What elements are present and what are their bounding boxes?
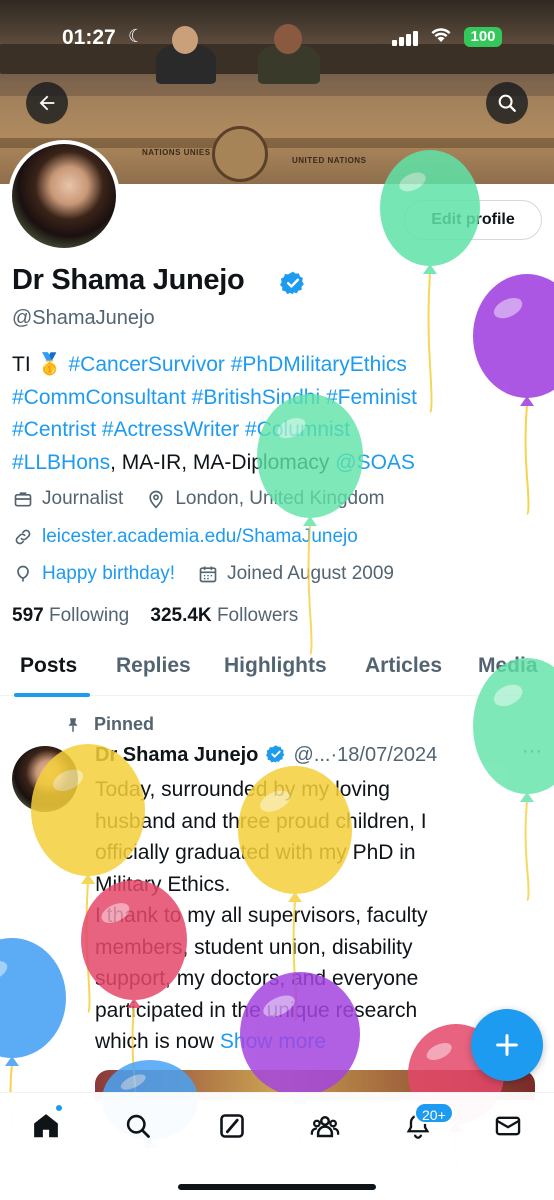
- post-text-line: husband and three proud children, I: [95, 809, 427, 833]
- active-tab-indicator: [14, 693, 90, 697]
- status-time: 01:27: [62, 26, 116, 49]
- post-text-line: which is now: [95, 1030, 220, 1053]
- pinned-label: Pinned: [94, 714, 155, 734]
- location-pin-icon: [145, 488, 167, 510]
- bio-text: TI 🥇: [12, 353, 69, 376]
- profile-category: Journalist: [42, 488, 124, 509]
- notifications-badge: 20+: [414, 1102, 454, 1124]
- calendar-icon: [197, 563, 219, 585]
- post-author-avatar[interactable]: [12, 746, 78, 812]
- post-text-line: Today, surrounded by my loving: [95, 778, 390, 801]
- post-text-line: participated in the unique research: [95, 998, 418, 1022]
- following-count: 597: [12, 605, 44, 626]
- cellular-signal-icon: [392, 30, 420, 46]
- search-icon: [126, 1114, 150, 1138]
- back-button[interactable]: [26, 82, 68, 124]
- wifi-icon: [430, 26, 452, 50]
- profile-meta-row-1: Journalist London, United Kingdom: [12, 488, 384, 510]
- profile-tabs: Posts Replies Highlights Articles Media: [0, 644, 554, 697]
- post-date: ·18/07/2024: [330, 744, 438, 766]
- profile-meta-row-3: Happy birthday! Joined August 2009: [12, 563, 394, 585]
- tab-media[interactable]: Media: [478, 654, 538, 678]
- nav-messages[interactable]: [491, 1109, 525, 1143]
- post-text-line: I thank to my all supervisors, faculty: [95, 904, 428, 927]
- profile-joined-date: Joined August 2009: [227, 563, 394, 584]
- followers-label: Followers: [216, 605, 299, 626]
- verified-badge-icon: [280, 271, 304, 295]
- profile-website-link[interactable]: leicester.academia.edu/ShamaJunejo: [42, 526, 358, 548]
- profile-bio: TI 🥇 #CancerSurvivor #PhDMilitaryEthics #…: [12, 349, 542, 479]
- profile-location: London, United Kingdom: [175, 488, 385, 509]
- search-icon: [498, 94, 516, 112]
- home-icon: [34, 1114, 58, 1138]
- post-text-line: Military Ethics.: [95, 872, 231, 896]
- following-label: Following: [48, 605, 130, 626]
- un-emblem: [212, 126, 268, 182]
- tab-articles[interactable]: Articles: [365, 654, 442, 678]
- nav-home[interactable]: [29, 1109, 63, 1143]
- home-indicator: [178, 1184, 376, 1190]
- post-text-line: members, student union, disability: [95, 935, 413, 959]
- nav-grok[interactable]: [215, 1109, 249, 1143]
- communities-icon: [310, 1116, 340, 1138]
- bio-hashtag-link[interactable]: #LLBHons: [12, 451, 110, 474]
- post-author-handle: @...: [293, 744, 331, 766]
- post-more-options-icon[interactable]: ···: [522, 740, 542, 763]
- plus-icon: [496, 1034, 518, 1056]
- pinned-indicator: Pinned: [64, 714, 154, 735]
- nav-search[interactable]: [121, 1109, 155, 1143]
- bio-hashtag-link[interactable]: #CancerSurvivor #PhDMilitaryEthics: [68, 353, 406, 376]
- tab-highlights[interactable]: Highlights: [224, 654, 327, 678]
- messages-icon: [495, 1116, 521, 1136]
- verified-badge-icon: [265, 745, 285, 763]
- followers-count: 325.4K: [150, 605, 212, 626]
- tab-replies[interactable]: Replies: [116, 654, 191, 678]
- profile-handle: @ShamaJunejo: [12, 307, 155, 329]
- bio-hashtag-link[interactable]: #Centrist #ActressWriter #Columnist: [12, 418, 350, 441]
- search-button[interactable]: [486, 82, 528, 124]
- moon-icon: ☾: [128, 26, 145, 46]
- bio-line: #CommConsultant #BritishSindhi #Feminist: [12, 382, 542, 415]
- profile-meta-row-2: leicester.academia.edu/ShamaJunejo: [12, 526, 358, 548]
- bio-hashtag-link[interactable]: #CommConsultant #BritishSindhi #Feminist: [12, 386, 417, 409]
- link-icon: [12, 526, 34, 548]
- briefcase-icon: [12, 488, 34, 510]
- post-author-name[interactable]: Dr Shama Junejo: [95, 744, 258, 766]
- balloon-icon: [12, 563, 34, 585]
- tab-posts[interactable]: Posts: [20, 654, 77, 678]
- show-more-link[interactable]: Show more: [220, 1030, 326, 1053]
- status-bar: 01:27 ☾ 100: [0, 0, 554, 76]
- followers-link[interactable]: 325.4K Followers: [150, 605, 298, 626]
- post-text-line: officially graduated with my PhD in: [95, 841, 416, 864]
- nav-communities[interactable]: [308, 1109, 342, 1143]
- compose-post-button[interactable]: [471, 1009, 543, 1081]
- arrow-left-icon: [39, 95, 55, 111]
- profile-display-name: Dr Shama Junejo: [12, 264, 245, 296]
- battery-indicator: 100: [464, 27, 502, 47]
- home-unread-dot: [55, 1104, 63, 1112]
- post-header: Dr Shama Junejo @...·18/07/2024: [95, 744, 437, 767]
- profile-avatar[interactable]: [8, 140, 120, 252]
- edit-profile-button[interactable]: Edit profile: [404, 200, 542, 240]
- follow-stats: 597 Following 325.4K Followers: [12, 605, 298, 627]
- post-text-line: support, my doctors, and everyone: [95, 967, 419, 990]
- bio-line: #Centrist #ActressWriter #Columnist: [12, 414, 542, 447]
- birthday-link[interactable]: Happy birthday!: [42, 563, 175, 585]
- bio-line: TI 🥇 #CancerSurvivor #PhDMilitaryEthics: [12, 349, 542, 382]
- bio-line: #LLBHons, MA-IR, MA-Diplomacy @SOAS: [12, 447, 542, 480]
- post-text[interactable]: Today, surrounded by my loving husband a…: [95, 774, 495, 1058]
- bio-hashtag-link[interactable]: @SOAS: [335, 451, 415, 474]
- following-link[interactable]: 597 Following: [12, 605, 129, 626]
- grok-icon: [220, 1114, 244, 1138]
- bio-text: , MA-IR, MA-Diplomacy: [110, 450, 336, 474]
- pin-icon: [68, 717, 78, 732]
